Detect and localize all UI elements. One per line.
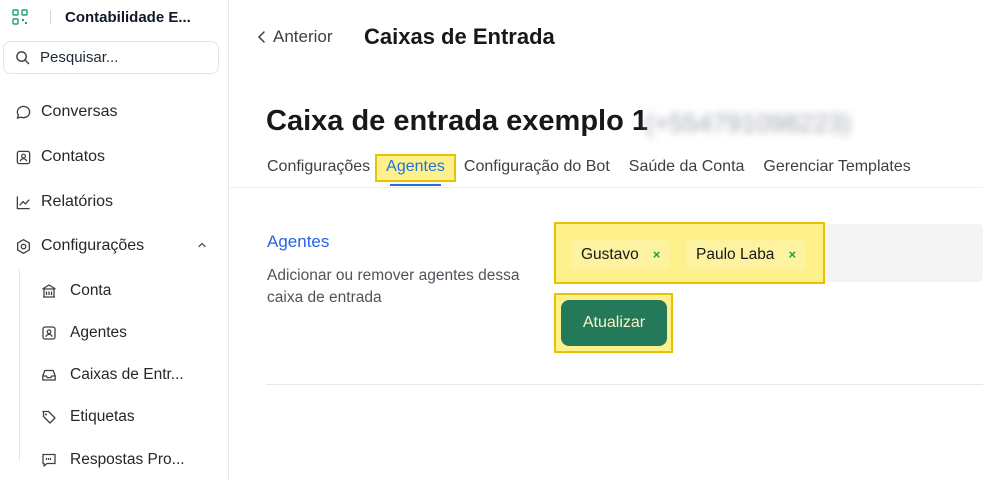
tab-saude-conta[interactable]: Saúde da Conta	[629, 156, 745, 180]
account-name: Contabilidade E...	[65, 8, 191, 26]
nav-label: Configurações	[41, 237, 145, 254]
brand-separator	[50, 10, 51, 24]
app-logo-icon	[12, 9, 28, 25]
sidebar-item-agentes[interactable]: Agentes	[40, 322, 127, 344]
agent-chip: Gustavo ×	[571, 240, 671, 269]
section-title: Agentes	[267, 232, 330, 251]
sidebar-item-etiquetas[interactable]: Etiquetas	[40, 406, 135, 428]
section-description: Adicionar ou remover agentes dessa caixa…	[267, 267, 520, 306]
sidebar-label: Caixas de Entr...	[70, 366, 184, 383]
contact-card-icon	[14, 148, 32, 166]
sidebar-item-respostas[interactable]: Respostas Pro...	[40, 449, 185, 471]
tab-bar: Configurações Agentes Configuração do Bo…	[267, 154, 930, 186]
search-input[interactable]: Pesquisar...	[40, 49, 118, 66]
nav-item-configuracoes[interactable]: Configurações	[14, 234, 144, 258]
nav-label: Conversas	[41, 103, 118, 120]
tab-configuracoes[interactable]: Configurações	[267, 156, 370, 180]
line-chart-icon	[14, 193, 32, 211]
submenu-guide-line	[19, 269, 20, 461]
sidebar-label: Respostas Pro...	[70, 451, 185, 468]
page-title: Caixas de Entrada	[364, 24, 555, 49]
chevron-left-icon	[257, 31, 265, 43]
tab-configuracao-bot[interactable]: Configuração do Bot	[464, 156, 610, 180]
quote-message-icon	[40, 451, 58, 469]
back-button[interactable]: Anterior	[257, 27, 333, 47]
chevron-up-icon[interactable]	[197, 240, 207, 250]
agent-chip-label: Paulo Laba	[696, 245, 775, 263]
agent-chip-label: Gustavo	[581, 245, 639, 263]
update-button[interactable]: Atualizar	[561, 300, 667, 346]
sidebar: Contabilidade E... Pesquisar... Conversa…	[0, 0, 229, 481]
inbox-phone: (+554791098223)	[645, 108, 852, 138]
remove-agent-icon[interactable]: ×	[788, 247, 796, 262]
nav-item-contatos[interactable]: Contatos	[14, 145, 105, 169]
section-divider	[266, 384, 983, 385]
building-icon	[40, 282, 58, 300]
back-label: Anterior	[273, 27, 333, 46]
nav-label: Relatórios	[41, 193, 114, 210]
tab-gerenciar-templates[interactable]: Gerenciar Templates	[763, 156, 910, 180]
nav-label: Contatos	[41, 148, 106, 165]
sidebar-label: Agentes	[70, 324, 127, 341]
tag-icon	[40, 408, 58, 426]
settings-gear-icon	[14, 237, 32, 255]
sidebar-item-caixas[interactable]: Caixas de Entr...	[40, 364, 184, 386]
inbox-tray-icon	[40, 366, 58, 384]
brand[interactable]: Contabilidade E...	[12, 6, 191, 28]
tab-agentes[interactable]: Agentes	[375, 154, 456, 186]
agent-chip: Paulo Laba ×	[686, 240, 807, 269]
search-box[interactable]: Pesquisar...	[3, 41, 219, 74]
remove-agent-icon[interactable]: ×	[653, 247, 661, 262]
nav-item-conversas[interactable]: Conversas	[14, 100, 117, 124]
search-icon	[16, 51, 30, 65]
chat-bubble-icon	[14, 103, 32, 121]
nav-item-relatorios[interactable]: Relatórios	[14, 190, 113, 214]
inbox-name: Caixa de entrada exemplo 1	[266, 105, 648, 137]
tabs-divider	[229, 187, 983, 188]
sidebar-item-conta[interactable]: Conta	[40, 280, 111, 302]
person-badge-icon	[40, 324, 58, 342]
sidebar-label: Etiquetas	[70, 408, 135, 425]
sidebar-label: Conta	[70, 282, 112, 299]
